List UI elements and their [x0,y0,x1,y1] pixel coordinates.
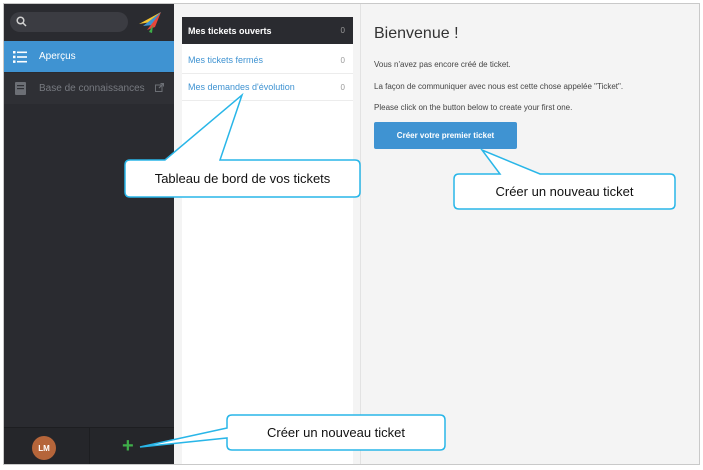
list-icon [12,50,28,64]
main-content: Bienvenue ! Vous n'avez pas encore créé … [360,4,699,464]
ticket-list-label: Mes tickets ouverts [188,25,272,36]
ticket-list-item-closed[interactable]: Mes tickets fermés 0 [182,47,353,74]
welcome-text: La façon de communiquer avec nous est ce… [374,82,624,91]
callout-create-ticket: Créer un nouveau ticket [495,184,634,199]
ticket-list-label: Mes demandes d'évolution [188,82,295,92]
ticket-list-label: Mes tickets fermés [188,55,264,65]
footer-divider [89,428,90,464]
search-input[interactable] [10,12,128,32]
ticket-count: 0 [340,82,345,92]
app-window: Aperçus Base de connaissances LM + Mes t… [3,3,700,465]
avatar[interactable]: LM [32,436,56,460]
search-icon [16,16,27,27]
external-link-icon [155,83,164,92]
welcome-text: Please click on the button below to crea… [374,103,573,112]
book-icon [12,82,28,96]
ticket-list-item-feature-requests[interactable]: Mes demandes d'évolution 0 [182,74,353,101]
sidebar-item-apercus[interactable]: Aperçus [4,41,174,72]
callout-dashboard: Tableau de bord de vos tickets [154,171,331,186]
callout-create-ticket-sidebar: Créer un nouveau ticket [266,425,406,440]
sidebar-item-label: Base de connaissances [39,83,145,94]
bird-logo[interactable] [137,10,163,34]
page-title: Bienvenue ! [374,25,459,42]
ticket-list: Mes tickets ouverts 0 Mes tickets fermés… [182,17,353,464]
ticket-count: 0 [340,55,345,65]
sidebar-footer: LM + [4,427,174,464]
sidebar: Aperçus Base de connaissances LM + [4,4,174,464]
create-first-ticket-button[interactable]: Créer votre premier ticket [374,122,517,149]
welcome-text: Vous n'avez pas encore créé de ticket. [374,60,511,69]
ticket-list-item-open[interactable]: Mes tickets ouverts 0 [182,17,353,44]
sidebar-item-knowledge-base[interactable]: Base de connaissances [4,73,174,104]
sidebar-item-label: Aperçus [39,51,76,62]
add-ticket-button[interactable]: + [122,434,134,458]
ticket-count: 0 [340,26,345,35]
